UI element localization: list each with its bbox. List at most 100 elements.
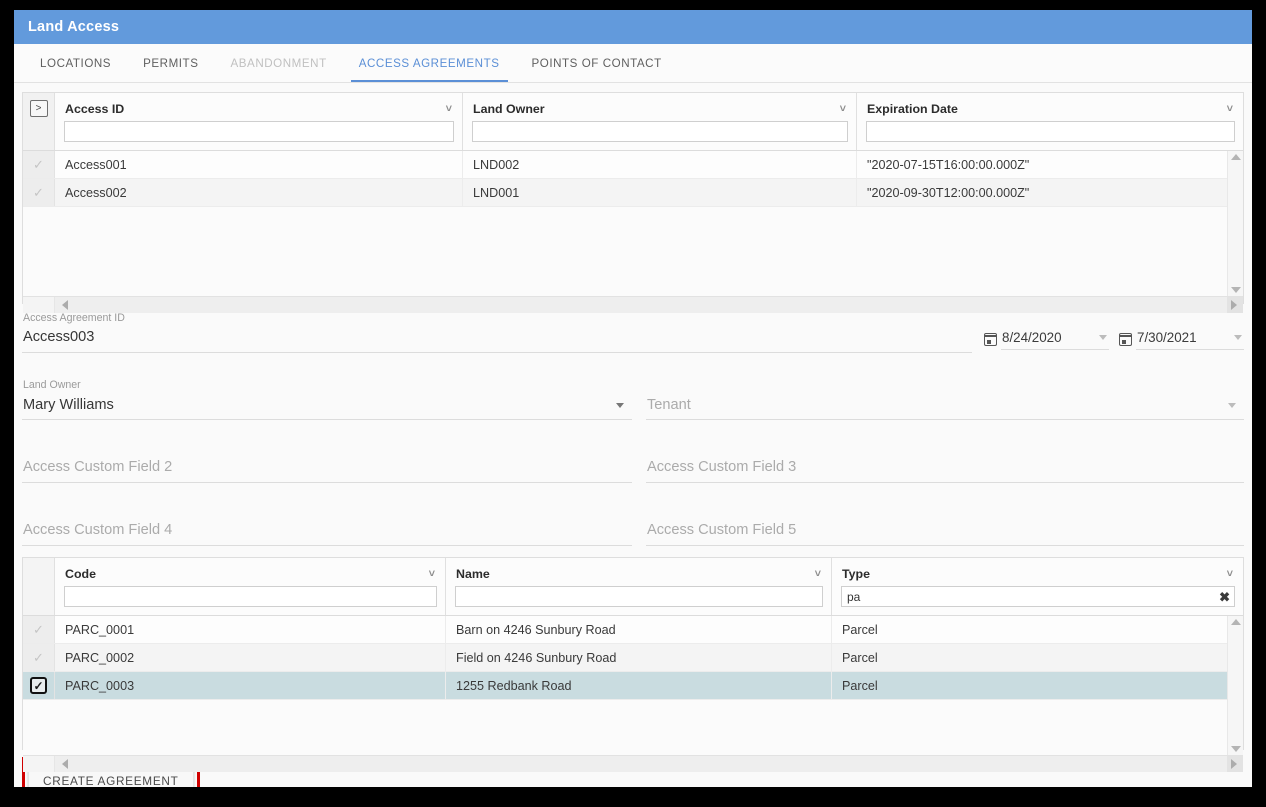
scroll-left-icon[interactable] bbox=[62, 300, 68, 310]
chevron-down-icon[interactable]: ˅ bbox=[1227, 568, 1235, 580]
window-title-bar: Land Access bbox=[14, 10, 1252, 44]
tab-points-of-contact[interactable]: POINTS OF CONTACT bbox=[516, 44, 678, 82]
agreements-grid-body: ✓ Access001 LND002 "2020-07-15T16:00:00.… bbox=[23, 151, 1243, 296]
chevron-down-icon[interactable]: ˅ bbox=[429, 568, 437, 580]
table-row[interactable]: ✓ Access001 LND002 "2020-07-15T16:00:00.… bbox=[23, 151, 1243, 179]
access-agreement-id-value[interactable]: Access003 bbox=[22, 326, 972, 353]
tenant-placeholder: Tenant bbox=[647, 397, 691, 413]
row-select-cell[interactable]: ✓ bbox=[23, 179, 55, 206]
cell-expiration-date: "2020-09-30T12:00:00.000Z" bbox=[867, 185, 1030, 200]
chevron-down-icon[interactable]: ˅ bbox=[840, 103, 848, 115]
clear-filter-icon[interactable]: ✖ bbox=[1219, 590, 1230, 603]
scrollbar-left-pad bbox=[23, 297, 55, 313]
scroll-up-icon[interactable] bbox=[1230, 619, 1241, 625]
column-type-filter-wrap: ✖ bbox=[832, 586, 1243, 615]
type-filter-input[interactable] bbox=[841, 586, 1235, 607]
scroll-left-icon[interactable] bbox=[62, 759, 68, 769]
field-access-custom-field-5: Access Custom Field 5 bbox=[646, 505, 1244, 546]
check-icon: ✓ bbox=[33, 157, 44, 172]
chevron-down-icon[interactable] bbox=[616, 402, 624, 408]
expiration-date-filter-input[interactable] bbox=[866, 121, 1235, 142]
column-expiration-date-title[interactable]: Expiration Date ˅ bbox=[857, 93, 1243, 121]
parcels-grid-header: Code ˅ Name ˅ Type ˅ pa ✖ bbox=[23, 558, 1243, 616]
table-row[interactable]: ✓ Access002 LND001 "2020-09-30T12:00:00.… bbox=[23, 179, 1243, 207]
page-title: Land Access bbox=[28, 19, 120, 35]
column-code-label: Code bbox=[65, 567, 96, 581]
column-code-title[interactable]: Code ˅ bbox=[55, 558, 445, 586]
cell-code: PARC_0002 bbox=[55, 644, 446, 671]
parcels-vertical-scrollbar[interactable] bbox=[1227, 616, 1243, 755]
row-select-cell[interactable]: ✓ bbox=[23, 644, 55, 671]
parcels-horizontal-scrollbar[interactable] bbox=[23, 755, 1243, 772]
column-land-owner-filter-wrap bbox=[463, 121, 856, 150]
table-row[interactable]: ✓ PARC_0002 Field on 4246 Sunbury Road P… bbox=[23, 644, 1243, 672]
scroll-down-icon[interactable] bbox=[1230, 287, 1241, 293]
chevron-down-icon[interactable] bbox=[1099, 335, 1107, 340]
row-select-cell[interactable]: ✓ bbox=[23, 616, 55, 643]
tab-abandonment: ABANDONMENT bbox=[230, 56, 327, 70]
column-name-filter-wrap bbox=[446, 586, 831, 615]
check-icon: ✓ bbox=[33, 622, 44, 637]
tab-locations[interactable]: LOCATIONS bbox=[24, 44, 127, 82]
access-custom-field-2-input[interactable]: Access Custom Field 2 bbox=[22, 456, 632, 483]
check-icon: ✓ bbox=[33, 185, 44, 200]
access-id-filter-input[interactable] bbox=[64, 121, 454, 142]
column-type-title[interactable]: Type ˅ bbox=[832, 558, 1243, 586]
chevron-down-icon[interactable]: ˅ bbox=[815, 568, 823, 580]
chevron-down-icon[interactable]: ˅ bbox=[446, 103, 454, 115]
checkbox-checked-icon[interactable]: ✓ bbox=[30, 677, 47, 694]
cell-name: Barn on 4246 Sunbury Road bbox=[446, 616, 832, 643]
agreements-horizontal-scrollbar[interactable] bbox=[23, 296, 1243, 313]
code-filter-input[interactable] bbox=[64, 586, 437, 607]
column-land-owner-title[interactable]: Land Owner ˅ bbox=[463, 93, 856, 121]
chevron-down-icon[interactable] bbox=[1228, 402, 1236, 408]
land-owner-select[interactable]: Mary Williams bbox=[22, 393, 632, 420]
access-custom-field-4-input[interactable]: Access Custom Field 4 bbox=[22, 519, 632, 546]
access-agreement-id-label: Access Agreement ID bbox=[23, 312, 125, 324]
name-filter-input[interactable] bbox=[455, 586, 823, 607]
tenant-select[interactable]: Tenant bbox=[646, 393, 1244, 420]
column-access-id: Access ID ˅ bbox=[55, 93, 463, 150]
access-custom-field-5-input[interactable]: Access Custom Field 5 bbox=[646, 519, 1244, 546]
end-date-picker[interactable]: 7/30/2021 bbox=[1136, 329, 1244, 350]
form-row-owner-tenant: Land Owner Mary Williams Tenant bbox=[22, 379, 1244, 420]
scroll-down-icon[interactable] bbox=[1230, 746, 1241, 752]
column-name-title[interactable]: Name ˅ bbox=[446, 558, 831, 586]
cell-access-id: Access001 bbox=[55, 151, 463, 178]
column-land-owner-label: Land Owner bbox=[473, 102, 545, 116]
cell-land-owner: LND001 bbox=[463, 179, 857, 206]
column-code-filter-wrap bbox=[55, 586, 445, 615]
cell-name: 1255 Redbank Road bbox=[446, 672, 832, 699]
form-row-id-dates: Access Agreement ID Access003 8/24/2020 … bbox=[22, 312, 1244, 353]
scroll-right-icon[interactable] bbox=[1231, 759, 1237, 769]
parcels-grid-body: ✓ PARC_0001 Barn on 4246 Sunbury Road Pa… bbox=[23, 616, 1243, 755]
tab-access-agreements[interactable]: ACCESS AGREEMENTS bbox=[343, 44, 516, 82]
table-row-selected[interactable]: ✓ PARC_0003 1255 Redbank Road Parcel bbox=[23, 672, 1243, 700]
column-access-id-title[interactable]: Access ID ˅ bbox=[55, 93, 462, 121]
end-date-value: 7/30/2021 bbox=[1137, 330, 1197, 345]
expand-rows-button[interactable]: > bbox=[29, 100, 48, 117]
start-date-value: 8/24/2020 bbox=[1002, 330, 1062, 345]
chevron-down-icon[interactable] bbox=[1234, 335, 1242, 340]
check-icon: ✓ bbox=[33, 650, 44, 665]
scrollbar-left-pad bbox=[23, 756, 55, 772]
scroll-up-icon[interactable] bbox=[1230, 154, 1241, 160]
agreements-vertical-scrollbar[interactable] bbox=[1227, 151, 1243, 296]
column-expiration-date-filter-wrap bbox=[857, 121, 1243, 150]
chevron-down-icon[interactable]: ˅ bbox=[1227, 103, 1235, 115]
calendar-icon bbox=[1119, 333, 1132, 346]
tab-permits[interactable]: PERMITS bbox=[127, 44, 214, 82]
scroll-right-icon[interactable] bbox=[1231, 300, 1237, 310]
column-land-owner: Land Owner ˅ bbox=[463, 93, 857, 150]
land-owner-filter-input[interactable] bbox=[472, 121, 848, 142]
field-end-date: 7/30/2021 bbox=[1119, 329, 1244, 353]
cell-land-owner: LND002 bbox=[463, 151, 857, 178]
agreements-grid-header: > Access ID ˅ Land Owner ˅ Expiration Da… bbox=[23, 93, 1243, 151]
row-select-cell[interactable]: ✓ bbox=[23, 151, 55, 178]
table-row[interactable]: ✓ PARC_0001 Barn on 4246 Sunbury Road Pa… bbox=[23, 616, 1243, 644]
row-select-cell[interactable]: ✓ bbox=[23, 672, 55, 699]
start-date-picker[interactable]: 8/24/2020 bbox=[1001, 329, 1109, 350]
cell-name: Field on 4246 Sunbury Road bbox=[446, 644, 832, 671]
form-row-custom-2-3: Access Custom Field 2 Access Custom Fiel… bbox=[22, 442, 1244, 483]
access-custom-field-3-input[interactable]: Access Custom Field 3 bbox=[646, 456, 1244, 483]
